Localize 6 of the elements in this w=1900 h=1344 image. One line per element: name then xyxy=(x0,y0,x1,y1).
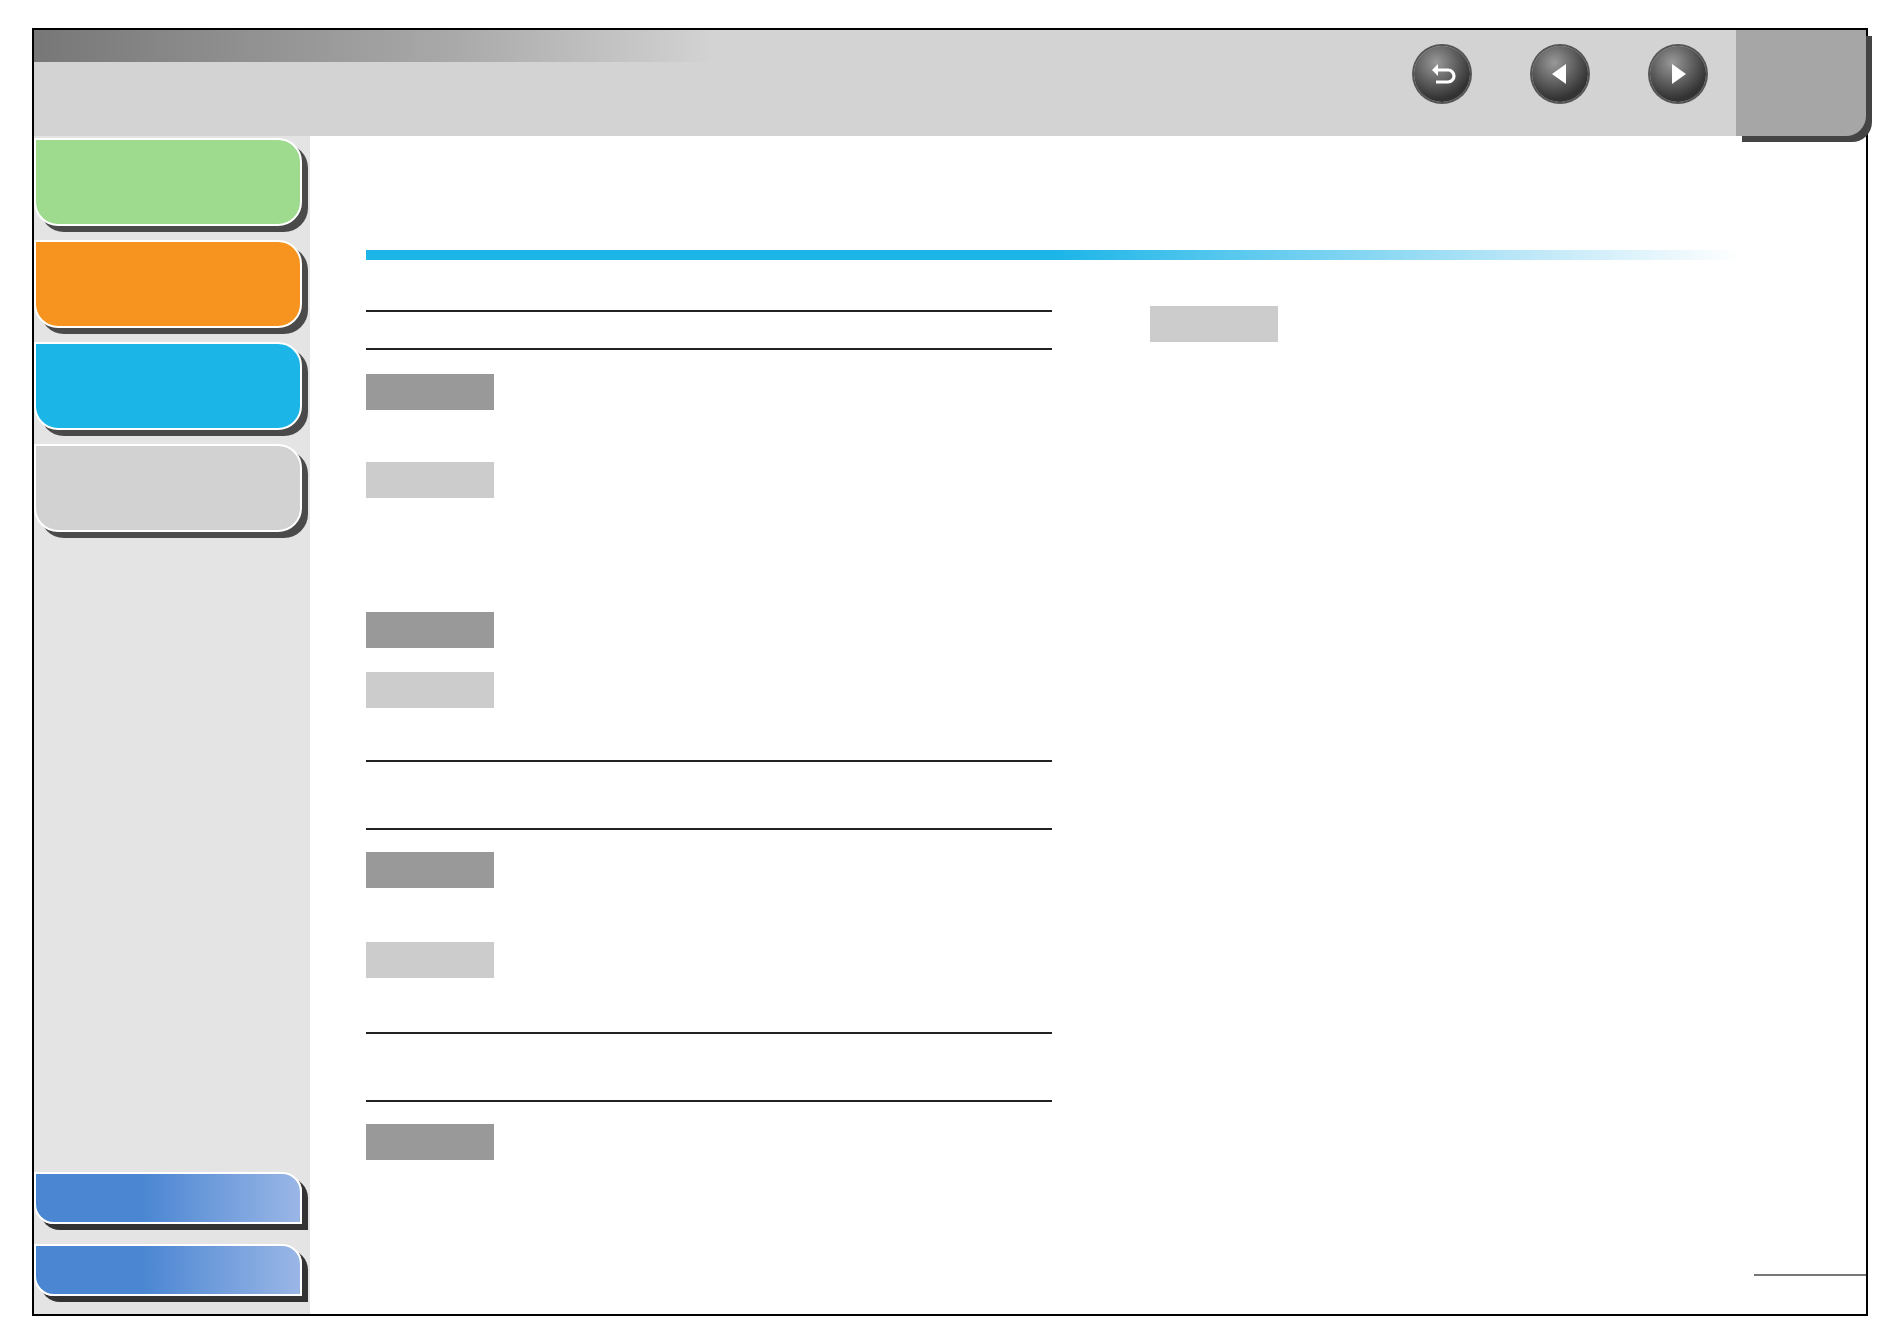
sidebar-button[interactable] xyxy=(34,1244,302,1296)
back-icon[interactable] xyxy=(1532,46,1588,102)
sidebar-tab[interactable] xyxy=(34,240,302,328)
sidebar-button[interactable] xyxy=(34,1172,302,1224)
sidebar-tab[interactable] xyxy=(34,342,302,430)
forward-icon[interactable] xyxy=(1650,46,1706,102)
